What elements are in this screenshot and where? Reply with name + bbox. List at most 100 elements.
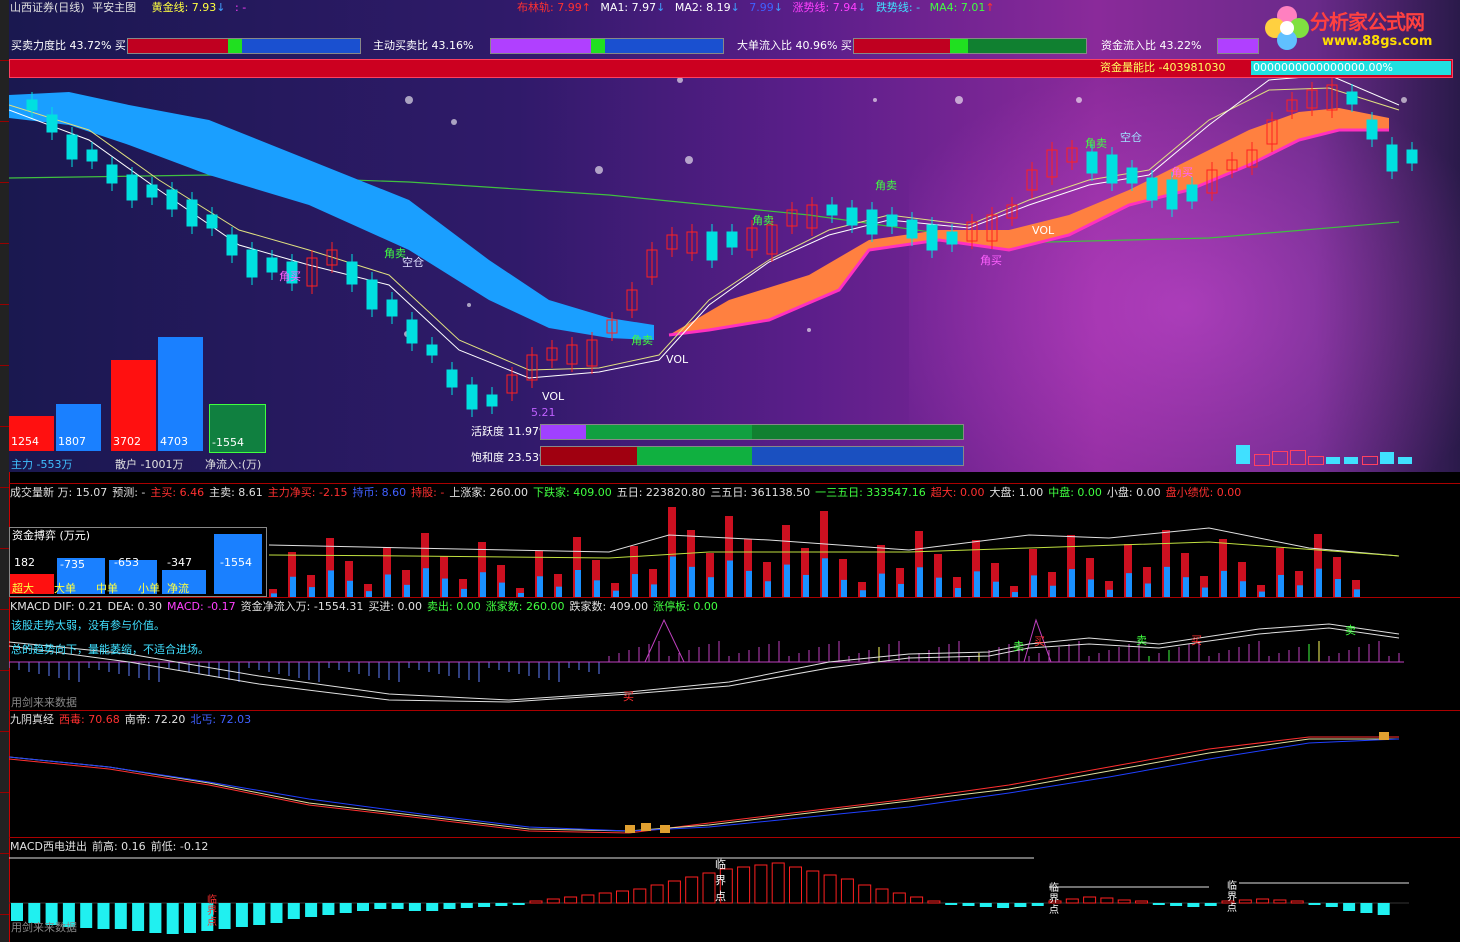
- stat-item: 成交量新 万: 15.07: [10, 486, 108, 499]
- volume-bar: [1145, 583, 1151, 597]
- candle-body: [1146, 177, 1158, 201]
- volume-bar: [347, 580, 353, 597]
- candle-body: [106, 164, 118, 184]
- jiuyin-pane[interactable]: [9, 727, 1460, 837]
- volume-bar: [1126, 573, 1132, 597]
- kmacd-footer: 用剑来来数据: [11, 696, 77, 709]
- candle-body: [246, 249, 258, 278]
- stat-item: 前高: 0.16: [91, 840, 146, 853]
- short-position-label: 空仓: [1120, 131, 1142, 144]
- macd-bar: [1290, 900, 1304, 904]
- stat-item: 五日: 223820.80: [616, 486, 706, 499]
- vol-label: VOL: [1032, 224, 1055, 237]
- volume-bar: [575, 570, 581, 597]
- contest-label: 超大: [12, 582, 34, 595]
- buy-mark: 买: [1191, 634, 1202, 647]
- stat-item: 西毒: 70.68: [59, 713, 120, 726]
- volume-bar: [385, 574, 391, 597]
- volume-bar: [556, 586, 562, 597]
- macd-bar: [823, 874, 837, 904]
- macd-bar: [305, 903, 318, 917]
- macd-bar: [633, 888, 647, 904]
- money-bar-1: 1254: [9, 416, 54, 451]
- candle-body: [86, 149, 98, 162]
- active-buy-sell-bar: [490, 38, 724, 54]
- volume-bar: [784, 564, 790, 597]
- fund-energy-value-box: 0000000000000000.00%: [1251, 61, 1451, 75]
- blank-value: : -: [235, 1, 247, 14]
- stat-item: 主买: 6.46: [150, 486, 205, 499]
- macd-bar: [685, 876, 699, 904]
- macd-bar: [806, 870, 820, 904]
- volume-bar: [461, 588, 467, 597]
- volume-bar: [442, 578, 448, 597]
- capital-contest-box: 资金搏弈 (万元) 182 -735 -653 -347 -1554 超大 大单…: [9, 527, 267, 597]
- candle-body: [826, 204, 838, 216]
- macd-bar: [737, 866, 751, 904]
- active-buy-sell-label: 主动买卖比 43.16%: [373, 39, 474, 52]
- macd-bar: [114, 903, 127, 929]
- volume-bar: [1221, 570, 1227, 597]
- macd-bar: [789, 866, 802, 904]
- net-inflow-label: 净流入:(万): [205, 458, 262, 471]
- fall-line-value: 跌势线: -: [875, 1, 921, 14]
- volume-bar: [841, 579, 847, 597]
- big-order-inflow-label: 大单流入比 40.96% 买: [737, 39, 852, 52]
- candle-body: [66, 134, 78, 160]
- volume-bar: [423, 568, 429, 597]
- volume-bar: [651, 584, 657, 597]
- volume-bar: [803, 574, 809, 597]
- stat-item: 中盘: 0.00: [1048, 486, 1102, 499]
- volume-bar: [594, 580, 600, 597]
- macd-bar: [1031, 903, 1044, 906]
- macd-chart: [9, 857, 1409, 934]
- macd-bar: [1273, 899, 1287, 904]
- macd-bar: [80, 903, 93, 928]
- volume-bar: [1164, 566, 1170, 597]
- candle-body: [726, 231, 738, 248]
- volume-bar: [1335, 579, 1341, 597]
- macd-bar: [443, 903, 456, 909]
- macd-stats: MACD西电进出 前高: 0.16 前低: -0.12: [10, 839, 213, 855]
- candle-body: [386, 299, 398, 317]
- candle-body: [366, 279, 378, 310]
- volume-pane[interactable]: 资金搏弈 (万元) 182 -735 -653 -347 -1554 超大 大单…: [9, 500, 1460, 597]
- candle-body: [1106, 154, 1118, 184]
- stat-item: MACD西电进出: [10, 840, 87, 853]
- money-bar-4: 4703: [158, 337, 203, 451]
- stat-item: 上涨家: 260.00: [449, 486, 529, 499]
- volume-bar: [936, 577, 942, 597]
- volume-bar: [1202, 587, 1208, 597]
- kmacd-chart: [9, 618, 1404, 703]
- kmacd-pane[interactable]: 该股走势太弱，没有参与价值。 总的趋势向下，量能萎缩，不适合进场。 用剑来来数据…: [9, 614, 1460, 710]
- macd-pane[interactable]: 临界点 临界点 临界点 临界点 用剑来来数据: [9, 855, 1460, 942]
- stat-item: 持股: -: [411, 486, 445, 499]
- mini-bar: [1272, 451, 1288, 465]
- low-price-label: 5.21: [531, 406, 556, 419]
- critical-point-label: 临界点: [715, 858, 726, 903]
- macd-bar: [11, 903, 23, 921]
- money-bar-3: 3702: [111, 360, 156, 451]
- macd-bar: [1377, 903, 1390, 915]
- candle-body: [426, 344, 438, 356]
- fund-energy-label: 资金量能比 -403981030: [1100, 61, 1226, 74]
- fund-inflow-bar: [1217, 38, 1259, 54]
- buy-mark: 买: [623, 690, 634, 703]
- stat-item: 小盘: 0.00: [1106, 486, 1161, 499]
- macd-bar: [754, 864, 768, 904]
- volume-bar: [309, 587, 315, 597]
- macd-bar: [28, 903, 41, 923]
- angle-buy-label: 角买: [1171, 166, 1193, 179]
- mini-bar: [1290, 450, 1306, 465]
- volume-bar: [1240, 581, 1246, 597]
- boll-value: 布林轨: 7.99: [517, 1, 582, 14]
- macd-bar: [875, 888, 889, 904]
- candle-body: [926, 224, 938, 251]
- contest-label: 净流: [167, 582, 189, 595]
- stat-item: DEA: 0.30: [107, 600, 163, 613]
- mini-bar: [1326, 457, 1340, 464]
- candle-body: [946, 231, 958, 245]
- stat-item: 预测: -: [112, 486, 146, 499]
- volume-bar: [822, 558, 828, 597]
- mini-bar: [1254, 454, 1270, 466]
